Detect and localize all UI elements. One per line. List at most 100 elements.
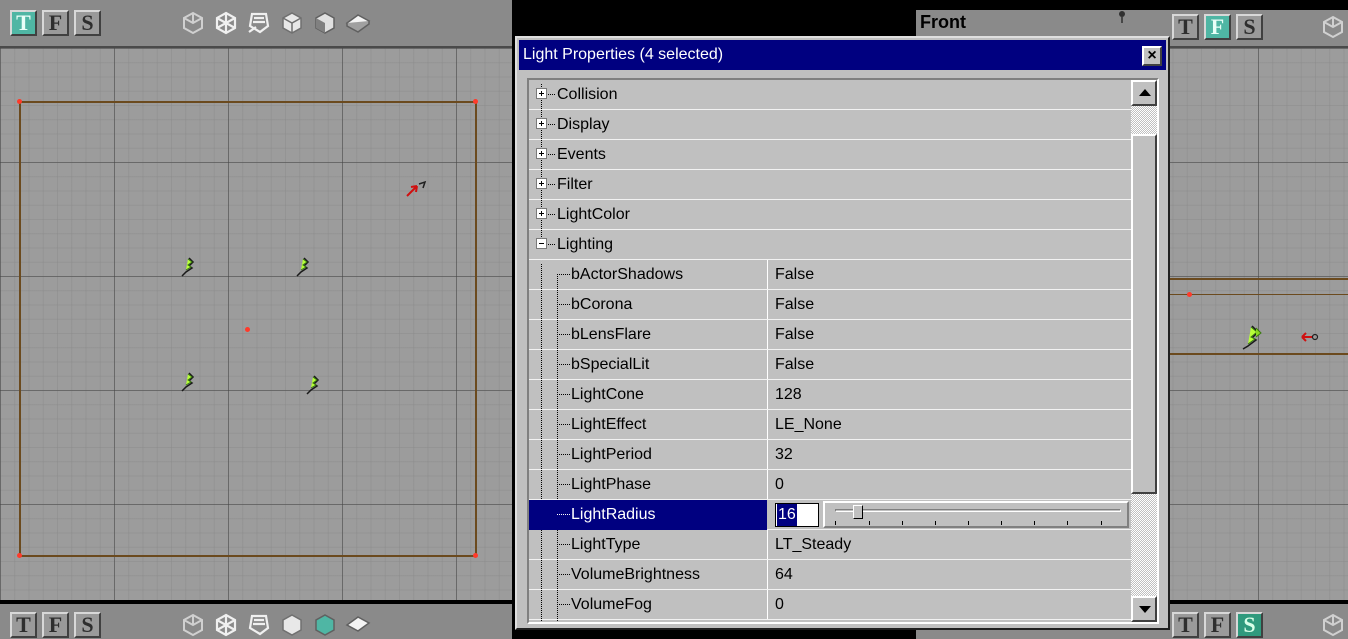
property-value[interactable]: 128 [775,380,802,409]
property-row[interactable]: bSpecialLit False [529,350,1133,380]
window-title-bar[interactable]: Light Properties (4 selected) × [519,40,1166,70]
lighting-icon[interactable] [345,612,371,638]
category-display[interactable]: Display [529,110,1133,140]
front-view-button[interactable]: F [1204,612,1231,638]
light-actor-icon[interactable] [180,371,196,393]
property-name: LightPhase [571,476,652,493]
side-view-button[interactable]: S [74,612,101,638]
light-actor-icon[interactable] [1240,324,1266,350]
zone-icon[interactable] [213,612,239,638]
expand-icon[interactable] [536,148,547,159]
scroll-up-button[interactable] [1131,80,1157,106]
light-actor-icon[interactable] [180,256,196,278]
property-row-selected[interactable]: LightRadius 16 [529,500,1133,530]
category-filter[interactable]: Filter [529,170,1133,200]
light-actor-icon[interactable] [295,256,311,278]
textured-icon[interactable] [312,612,338,638]
brush-vertex[interactable] [17,99,22,104]
property-row[interactable]: VolumeBrightness 64 [529,560,1133,590]
scroll-down-button[interactable] [1131,596,1157,622]
side-view-button[interactable]: S [1236,612,1263,638]
wireframe-icon[interactable] [180,10,206,36]
category-lighting[interactable]: Lighting [529,230,1133,260]
scroll-thumb[interactable] [1131,134,1157,494]
property-value[interactable]: LE_None [775,410,842,439]
pin-icon[interactable] [1116,10,1128,24]
property-row[interactable]: bLensFlare False [529,320,1133,350]
texture-usage-icon[interactable] [246,10,272,36]
top-viewport-grid[interactable] [0,48,512,600]
expand-icon[interactable] [536,88,547,99]
property-value[interactable]: False [775,350,814,379]
property-value[interactable]: 32 [775,440,793,469]
slider-tick [968,521,969,525]
player-start-icon[interactable] [403,180,429,200]
textured-icon[interactable] [312,10,338,36]
brush-pivot[interactable] [245,327,250,332]
property-row[interactable]: bActorShadows False [529,260,1133,290]
property-row[interactable]: VolumeFog 0 [529,590,1133,620]
solid-icon[interactable] [279,612,305,638]
bottom-left-viewport[interactable]: T F S [0,604,512,639]
brush-outline-left [19,101,21,557]
expand-icon[interactable] [536,118,547,129]
light-radius-slider[interactable] [823,501,1129,528]
wireframe-icon[interactable] [1320,14,1346,40]
column-divider [767,440,768,469]
top-view-button[interactable]: T [10,10,37,36]
category-label: Collision [557,86,618,103]
light-actor-icon[interactable] [305,374,321,396]
property-row[interactable]: LightEffect LE_None [529,410,1133,440]
property-row[interactable]: bCorona False [529,290,1133,320]
slider-thumb[interactable] [852,505,863,519]
property-grid[interactable]: Collision Display Events Filter LightCol… [527,78,1159,624]
category-label: Display [557,116,610,133]
property-value[interactable]: 0 [775,590,784,619]
top-view-button[interactable]: T [1172,612,1199,638]
front-view-button[interactable]: F [42,10,69,36]
property-value[interactable]: False [775,290,814,319]
property-value[interactable]: False [775,260,814,289]
front-view-button[interactable]: F [42,612,69,638]
top-view-button[interactable]: T [10,612,37,638]
front-view-button[interactable]: F [1204,14,1231,40]
property-value[interactable]: 64 [775,560,793,589]
property-value[interactable]: LT_Steady [775,530,851,559]
close-icon[interactable]: × [1142,46,1162,66]
brush-vertex[interactable] [1187,292,1192,297]
brush-vertex[interactable] [17,553,22,558]
property-row[interactable]: LightPhase 0 [529,470,1133,500]
light-properties-window[interactable]: Light Properties (4 selected) × Collisio… [515,36,1170,630]
tree-line [557,574,571,575]
texture-usage-icon[interactable] [246,612,272,638]
wireframe-icon[interactable] [1320,612,1346,638]
property-value[interactable]: 0 [775,470,784,499]
property-row[interactable]: LightCone 128 [529,380,1133,410]
lighting-icon[interactable] [345,10,371,36]
expand-icon[interactable] [536,208,547,219]
top-view-button[interactable]: T [1172,14,1199,40]
top-viewport[interactable]: T F S [0,0,512,600]
solid-icon[interactable] [279,10,305,36]
player-start-icon[interactable] [1299,330,1319,344]
vertical-scrollbar[interactable] [1131,80,1157,622]
tree-line [557,604,571,605]
collapse-icon[interactable] [536,238,547,249]
category-events[interactable]: Events [529,140,1133,170]
zone-icon[interactable] [213,10,239,36]
property-value[interactable]: False [775,320,814,349]
light-radius-value[interactable]: 16 [777,504,797,526]
slider-tick [869,521,870,525]
brush-vertex[interactable] [473,99,478,104]
category-lightcolor[interactable]: LightColor [529,200,1133,230]
brush-vertex[interactable] [473,553,478,558]
side-view-button[interactable]: S [74,10,101,36]
category-collision[interactable]: Collision [529,80,1133,110]
wireframe-icon[interactable] [180,612,206,638]
expand-icon[interactable] [536,178,547,189]
property-row[interactable]: LightType LT_Steady [529,530,1133,560]
side-view-button[interactable]: S [1236,14,1263,40]
property-row[interactable]: LightPeriod 32 [529,440,1133,470]
light-radius-input[interactable]: 16 [775,503,819,527]
slider-tick [1101,521,1102,525]
